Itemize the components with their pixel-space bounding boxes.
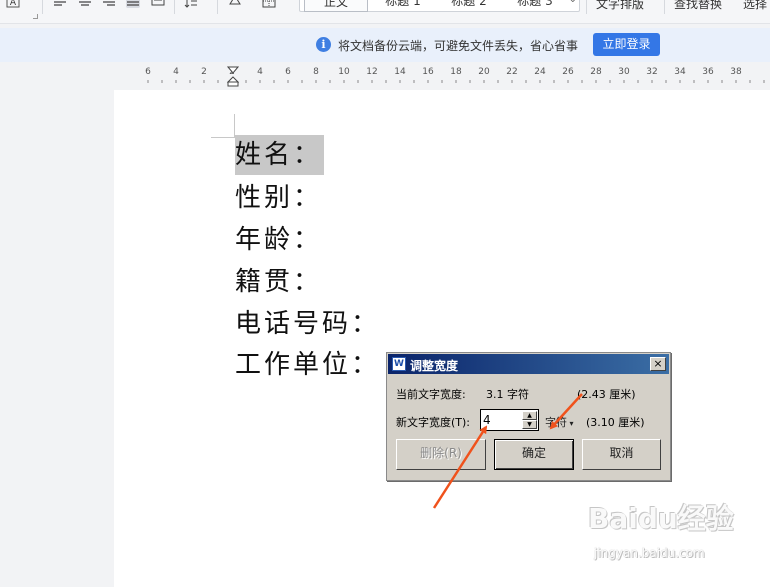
style-normal[interactable]: 正文 bbox=[304, 0, 368, 12]
chevron-down-icon: ▾ bbox=[567, 419, 574, 428]
ruler-label: 16 bbox=[422, 67, 434, 77]
unit-dropdown[interactable]: 字符 ▾ bbox=[545, 414, 574, 430]
current-width-value: 3.1 字符 bbox=[486, 388, 529, 401]
ribbon-separator bbox=[42, 0, 43, 14]
doc-line-gender[interactable]: 性别： bbox=[235, 178, 322, 218]
watermark-url: jingyan.baidu.com bbox=[594, 546, 705, 560]
ruler-label: 28 bbox=[590, 67, 602, 77]
spin-up-icon[interactable]: ▲ bbox=[522, 411, 537, 420]
ruler-label: 36 bbox=[702, 67, 714, 77]
dialog-title-bar[interactable]: W 调整宽度 × bbox=[388, 354, 669, 374]
delete-button[interactable]: 删除(R) bbox=[396, 439, 486, 470]
select-button[interactable]: 选择 bbox=[743, 0, 767, 12]
ruler-label: 30 bbox=[618, 67, 630, 77]
ruler-label: 20 bbox=[478, 67, 490, 77]
text-box-icon[interactable]: A bbox=[6, 0, 20, 8]
ribbon-separator bbox=[664, 0, 665, 14]
chevron-down-icon[interactable]: ⌄ bbox=[569, 0, 577, 5]
margin-corner-mark bbox=[211, 114, 235, 138]
new-width-input[interactable] bbox=[483, 412, 519, 428]
info-icon: i bbox=[316, 37, 331, 52]
wps-writer-icon: W bbox=[392, 357, 406, 371]
ok-button[interactable]: 确定 bbox=[494, 439, 574, 470]
ruler-label: 6 bbox=[145, 67, 151, 77]
indent-marker-icon[interactable] bbox=[227, 65, 239, 87]
svg-text:A: A bbox=[10, 0, 17, 8]
align-justify-icon[interactable] bbox=[126, 0, 140, 8]
ruler-label: 22 bbox=[506, 67, 518, 77]
align-right-icon[interactable] bbox=[102, 0, 116, 8]
new-width-spinbox[interactable]: ▲ ▼ bbox=[480, 409, 539, 431]
text-layout-button[interactable]: 文字排版 bbox=[596, 0, 644, 12]
watermark-brand: Baidu经验 bbox=[588, 502, 734, 535]
align-center-icon[interactable] bbox=[78, 0, 92, 8]
ribbon-separator bbox=[174, 0, 175, 14]
doc-line-native-place[interactable]: 籍贯： bbox=[235, 262, 322, 302]
horizontal-ruler[interactable]: 6422468101214161820222426283032343638 bbox=[134, 64, 770, 87]
distributed-align-icon[interactable] bbox=[151, 0, 165, 8]
current-width-cm: (2.43 厘米) bbox=[577, 388, 636, 401]
login-button[interactable]: 立即登录 bbox=[593, 33, 660, 56]
baidu-jingyan-watermark: Baidu经验 jingyan.baidu.com bbox=[588, 497, 763, 577]
ribbon-separator bbox=[217, 0, 218, 14]
doc-line-name[interactable]: 姓名： bbox=[235, 135, 325, 175]
ruler-label: 10 bbox=[338, 67, 350, 77]
ruler-label: 38 bbox=[730, 67, 742, 77]
style-heading-2[interactable]: 标题 2 bbox=[438, 0, 500, 12]
ribbon-separator bbox=[586, 0, 587, 14]
doc-line-phone[interactable]: 电话号码： bbox=[235, 304, 380, 344]
ruler-label: 24 bbox=[534, 67, 546, 77]
doc-line-age[interactable]: 年龄： bbox=[235, 220, 322, 260]
ruler-label: 2 bbox=[201, 67, 207, 77]
ruler-label: 34 bbox=[674, 67, 686, 77]
ruler-label: 18 bbox=[450, 67, 462, 77]
ruler-label: 12 bbox=[366, 67, 378, 77]
unit-value: 字符 bbox=[545, 416, 567, 429]
cancel-button[interactable]: 取消 bbox=[582, 439, 661, 470]
ruler-label: 4 bbox=[257, 67, 263, 77]
paragraph-dialog-launcher-icon[interactable] bbox=[33, 14, 38, 19]
spin-down-icon[interactable]: ▼ bbox=[522, 420, 537, 429]
find-replace-button[interactable]: 查找替换 bbox=[674, 0, 722, 12]
style-heading-1[interactable]: 标题 1 bbox=[372, 0, 434, 12]
close-icon[interactable]: × bbox=[650, 357, 666, 371]
current-width-label: 当前文字宽度: bbox=[396, 388, 466, 401]
new-width-label: 新文字宽度(T): bbox=[396, 416, 471, 429]
style-heading-3[interactable]: 标题 3 bbox=[504, 0, 566, 12]
line-spacing-icon[interactable] bbox=[184, 0, 198, 8]
ruler-label: 4 bbox=[173, 67, 179, 77]
ribbon-toolbar: A 正文 标题 1 标题 2 标题 3 ⌄ 文字排版 查找替换 选择 bbox=[0, 0, 770, 24]
ruler-label: 32 bbox=[646, 67, 658, 77]
style-gallery[interactable]: 正文 标题 1 标题 2 标题 3 ⌄ bbox=[299, 0, 580, 12]
dialog-title: 调整宽度 bbox=[410, 359, 459, 373]
ruler-label: 26 bbox=[562, 67, 574, 77]
notice-message: 将文档备份云端，可避免文件丢失，省心省事 bbox=[338, 39, 579, 53]
doc-line-workplace[interactable]: 工作单位： bbox=[235, 345, 380, 385]
adjust-width-dialog: W 调整宽度 × 当前文字宽度: 3.1 字符 (2.43 厘米) 新文字宽度(… bbox=[386, 352, 671, 481]
ruler-label: 14 bbox=[394, 67, 406, 77]
align-left-icon[interactable] bbox=[53, 0, 67, 8]
ruler-label: 8 bbox=[313, 67, 319, 77]
ruler-label: 6 bbox=[285, 67, 291, 77]
cloud-backup-notice: i 将文档备份云端，可避免文件丢失，省心省事 立即登录 bbox=[0, 28, 770, 62]
shading-icon[interactable] bbox=[228, 0, 242, 8]
new-width-cm: (3.10 厘米) bbox=[586, 416, 645, 429]
borders-icon[interactable] bbox=[262, 0, 276, 8]
